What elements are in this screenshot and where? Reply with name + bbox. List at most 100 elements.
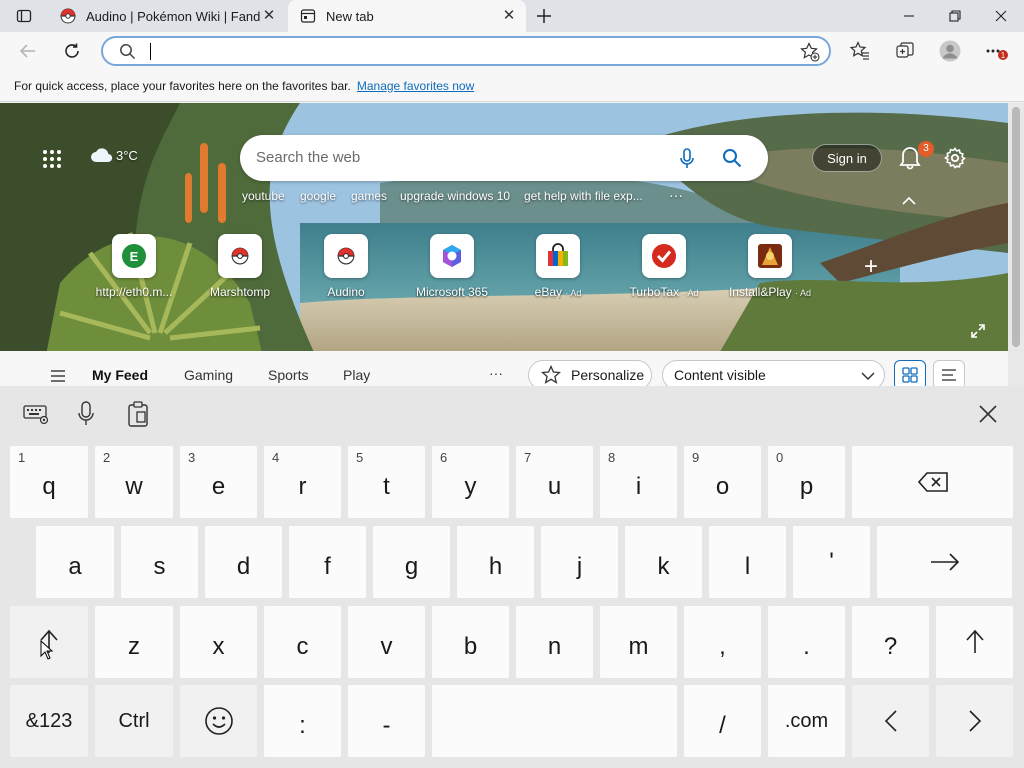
key-j[interactable]: j: [541, 526, 618, 598]
key-period[interactable]: .: [768, 606, 845, 678]
collapse-chevron-up-icon[interactable]: [902, 196, 916, 206]
manage-favorites-link[interactable]: Manage favorites now: [357, 79, 474, 93]
key-emoji[interactable]: [180, 685, 257, 757]
page-settings-gear-icon[interactable]: [944, 147, 966, 169]
key-h[interactable]: h: [457, 526, 534, 598]
tile-audino[interactable]: [324, 234, 368, 278]
close-keyboard-button[interactable]: [974, 400, 1002, 428]
quick-links-more-button[interactable]: ···: [669, 187, 683, 203]
grid-view-button[interactable]: [894, 360, 926, 386]
key-slash[interactable]: /: [684, 685, 761, 757]
key-s[interactable]: s: [121, 526, 198, 598]
close-tab-icon[interactable]: ✕: [260, 7, 278, 25]
key-dash[interactable]: -: [348, 685, 425, 757]
tab-new-tab[interactable]: New tab ✕: [288, 0, 526, 32]
key-e[interactable]: 3e: [180, 446, 257, 518]
back-button[interactable]: [12, 36, 44, 66]
feed-tab-sports[interactable]: Sports: [268, 367, 308, 383]
hamburger-menu-icon[interactable]: [50, 370, 66, 382]
key-i[interactable]: 8i: [600, 446, 677, 518]
favorites-button[interactable]: [844, 36, 876, 66]
key-z[interactable]: z: [95, 606, 173, 678]
quick-link-youtube[interactable]: youtube: [242, 189, 285, 203]
add-site-button[interactable]: +: [864, 253, 878, 281]
add-favorite-icon[interactable]: [800, 42, 820, 62]
quick-link-file-explorer-help[interactable]: get help with file exp...: [524, 189, 643, 203]
key-ctrl[interactable]: Ctrl: [95, 685, 173, 757]
key-d[interactable]: d: [205, 526, 282, 598]
key-f[interactable]: f: [289, 526, 366, 598]
key-m[interactable]: m: [600, 606, 677, 678]
key-w[interactable]: 2w: [95, 446, 173, 518]
key-u[interactable]: 7u: [516, 446, 593, 518]
key-a[interactable]: a: [36, 526, 114, 598]
expand-icon[interactable]: [971, 324, 985, 338]
feed-tab-my-feed[interactable]: My Feed: [92, 367, 148, 383]
key-t[interactable]: 5t: [348, 446, 425, 518]
address-bar[interactable]: [101, 36, 831, 66]
tile-ebay[interactable]: [536, 234, 580, 278]
key-arrow-left[interactable]: [852, 685, 929, 757]
key-y[interactable]: 6y: [432, 446, 509, 518]
clipboard-button[interactable]: [124, 400, 152, 428]
key-enter[interactable]: [877, 526, 1012, 598]
tile-eth0[interactable]: E: [112, 234, 156, 278]
key-q[interactable]: 1q: [10, 446, 88, 518]
key-v[interactable]: v: [348, 606, 425, 678]
tab-actions-button[interactable]: [2, 0, 46, 32]
key-space[interactable]: [432, 685, 677, 757]
key-r[interactable]: 4r: [264, 446, 341, 518]
profile-button[interactable]: [934, 36, 966, 66]
key-backspace[interactable]: [852, 446, 1013, 518]
tile-turbotax[interactable]: [642, 234, 686, 278]
close-tab-icon[interactable]: ✕: [500, 7, 518, 25]
search-icon[interactable]: [722, 148, 742, 168]
tile-install-and-play[interactable]: [748, 234, 792, 278]
voice-typing-button[interactable]: [72, 400, 100, 428]
settings-and-more-button[interactable]: 1: [980, 36, 1012, 66]
list-view-button[interactable]: [933, 360, 965, 386]
key-question-mark[interactable]: ?: [852, 606, 929, 678]
close-window-button[interactable]: [978, 0, 1024, 32]
key-n[interactable]: n: [516, 606, 593, 678]
notifications-button[interactable]: 3: [898, 141, 934, 171]
sign-in-button[interactable]: Sign in: [812, 144, 882, 172]
key-o[interactable]: 9o: [684, 446, 761, 518]
page-scrollbar[interactable]: [1008, 103, 1024, 386]
minimize-button[interactable]: [886, 0, 932, 32]
scrollbar-thumb[interactable]: [1012, 107, 1020, 347]
key-apostrophe[interactable]: ': [793, 526, 870, 598]
key-l[interactable]: l: [709, 526, 786, 598]
collections-button[interactable]: [889, 36, 921, 66]
feed-tab-play[interactable]: Play: [343, 367, 370, 383]
address-input[interactable]: [155, 41, 755, 61]
key-c[interactable]: c: [264, 606, 341, 678]
key-g[interactable]: g: [373, 526, 450, 598]
tile-marshtomp[interactable]: [218, 234, 262, 278]
refresh-button[interactable]: [56, 36, 88, 66]
key-shift-left[interactable]: [10, 606, 88, 678]
keyboard-settings-button[interactable]: [22, 400, 50, 428]
restore-button[interactable]: [932, 0, 978, 32]
new-tab-button[interactable]: [528, 0, 560, 32]
key-comma[interactable]: ,: [684, 606, 761, 678]
web-search-box[interactable]: Search the web: [240, 135, 768, 181]
personalize-button[interactable]: Personalize: [528, 360, 652, 386]
key-shift-right[interactable]: [936, 606, 1013, 678]
key-arrow-right[interactable]: [936, 685, 1013, 757]
key-p[interactable]: 0p: [768, 446, 845, 518]
quick-link-games[interactable]: games: [351, 189, 387, 203]
tab-audino[interactable]: Audino | Pokémon Wiki | Fandom ✕: [48, 0, 286, 32]
tile-microsoft-365[interactable]: [430, 234, 474, 278]
content-visibility-dropdown[interactable]: Content visible: [662, 360, 885, 386]
key-symbols[interactable]: &123: [10, 685, 88, 757]
microphone-icon[interactable]: [679, 148, 695, 170]
app-launcher-icon[interactable]: [42, 149, 62, 169]
weather-widget[interactable]: 3°C: [90, 147, 138, 163]
feed-tab-gaming[interactable]: Gaming: [184, 367, 233, 383]
key-x[interactable]: x: [180, 606, 257, 678]
key-colon[interactable]: :: [264, 685, 341, 757]
quick-link-upgrade-windows[interactable]: upgrade windows 10: [400, 189, 510, 203]
quick-link-google[interactable]: google: [300, 189, 336, 203]
key-b[interactable]: b: [432, 606, 509, 678]
